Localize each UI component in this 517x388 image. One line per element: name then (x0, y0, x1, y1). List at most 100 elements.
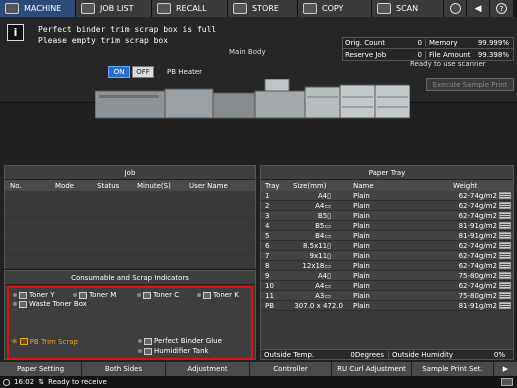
ru-curl-adjustment-button[interactable]: RU Curl Adjustment (332, 362, 412, 376)
counter-row-1: Orig. Count 0 Memory 99.999% (343, 38, 513, 49)
job-list[interactable] (5, 191, 255, 269)
paper-tray-header: Tray Size(mm) Name Weight (261, 180, 513, 191)
toner-m-indicator: Toner M (73, 291, 116, 299)
tray-row[interactable]: 3 B5▯ Plain 62-74g/m2 (261, 211, 513, 221)
status-dot-icon (73, 293, 77, 297)
tray-row[interactable]: PB 307.0 x 472.0 Plain 81-91g/m2 (261, 301, 513, 311)
tank-icon (144, 347, 152, 355)
counter-row-2: Reserve Job 0 File Amount 99.398% (345, 50, 509, 59)
adjustment-button[interactable]: Adjustment (166, 362, 250, 376)
tab-recall[interactable]: RECALL (152, 0, 228, 17)
waste-box-icon (19, 300, 27, 308)
info-icon: i (7, 24, 24, 41)
status-dot-icon (13, 293, 17, 297)
tray-row[interactable]: 1 A4▯ Plain 62-74g/m2 (261, 191, 513, 201)
tab-job-list[interactable]: JOB LIST (76, 0, 152, 17)
receive-icon: ⇅ (38, 378, 45, 386)
volume-icon: ◀ (474, 3, 482, 14)
bottom-tab-bar: Paper Setting Both Sides Adjustment Cont… (0, 362, 517, 376)
toner-bottle-icon (79, 291, 87, 299)
tab-copy[interactable]: COPY (298, 0, 372, 17)
pb-heater-on-button[interactable]: ON (108, 66, 130, 78)
recall-icon (157, 3, 171, 14)
status-area: i Perfect binder trim scrap box is full … (0, 17, 517, 119)
top-tab-bar: MACHINE JOB LIST RECALL STORE COPY SCAN … (0, 0, 517, 17)
clock-icon (3, 378, 10, 386)
paper-level-icon (499, 262, 511, 269)
toner-bottle-icon (19, 291, 27, 299)
trim-scrap-box-icon (19, 338, 28, 345)
receive-status: Ready to receive (48, 378, 107, 386)
arrow-right-icon: ▶ (502, 365, 509, 373)
tray-row[interactable]: 11 A3▭ Plain 75-80g/m2 (261, 291, 513, 301)
toner-k-indicator: Toner K (197, 291, 239, 299)
tray-row[interactable]: 4 B5▭ Plain 81-91g/m2 (261, 221, 513, 231)
tray-row[interactable]: 9 A4▯ Plain 75-80g/m2 (261, 271, 513, 281)
toner-y-indicator: Toner Y (13, 291, 55, 299)
job-panel: Job No. Mode Status Minute(S) User Name (4, 165, 256, 269)
controller-button[interactable]: Controller (250, 362, 332, 376)
tray-row[interactable]: 6 8.5x11▯ Plain 62-74g/m2 (261, 241, 513, 251)
tray-row[interactable]: 2 A4▭ Plain 62-74g/m2 (261, 201, 513, 211)
machine-illustration (95, 79, 410, 119)
toner-bottle-icon (143, 291, 151, 299)
pb-trim-scrap-indicator: ✳ PB Trim Scrap (11, 337, 78, 346)
next-page-button[interactable]: ▶ (494, 362, 517, 376)
consumable-indicator-box[interactable]: Toner Y Toner M Toner C Toner K Waste To (7, 286, 253, 360)
consumable-panel: Consumable and Scrap Indicators Toner Y … (4, 270, 256, 360)
status-dot-icon (197, 293, 201, 297)
tray-row[interactable]: 7 9x11▯ Plain 62-74g/m2 (261, 251, 513, 261)
paper-level-icon (499, 222, 511, 229)
consumable-panel-title: Consumable and Scrap Indicators (5, 271, 255, 285)
toner-bottle-icon (203, 291, 211, 299)
copy-icon (303, 3, 317, 14)
tray-row[interactable]: 8 12x18▭ Plain 62-74g/m2 (261, 261, 513, 271)
job-panel-title: Job (5, 166, 255, 180)
both-sides-button[interactable]: Both Sides (82, 362, 166, 376)
tab-scan[interactable]: SCAN (372, 0, 444, 17)
globe-button[interactable] (444, 0, 467, 17)
paper-level-icon (499, 202, 511, 209)
globe-icon (449, 3, 461, 14)
paper-level-icon (499, 212, 511, 219)
help-button[interactable]: ? (490, 0, 513, 17)
main-body-label: Main Body (229, 48, 266, 56)
volume-button[interactable]: ◀ (467, 0, 490, 17)
tab-machine[interactable]: MACHINE (0, 0, 76, 17)
paper-level-icon (499, 242, 511, 249)
status-dot-icon (13, 302, 17, 306)
keyboard-icon[interactable] (501, 378, 513, 386)
job-table-header: No. Mode Status Minute(S) User Name (5, 180, 255, 191)
counter-box: Orig. Count 0 Memory 99.999% Reserve Job… (342, 37, 514, 61)
paper-level-icon (499, 232, 511, 239)
warning-icon: ✳ (11, 337, 18, 346)
status-message: Perfect binder trim scrap box is full Pl… (38, 25, 217, 45)
pb-heater-label: PB Heater (167, 68, 203, 76)
paper-tray-title: Paper Tray (261, 166, 513, 180)
paper-level-icon (499, 302, 511, 309)
pb-heater-off-button[interactable]: OFF (132, 66, 154, 78)
paper-tray-list: 1 A4▯ Plain 62-74g/m2 2 A4▭ Plain 62-74g… (261, 191, 513, 311)
paper-level-icon (499, 272, 511, 279)
humidifier-tank-indicator: Humidifier Tank (138, 347, 209, 355)
sample-print-set-button[interactable]: Sample Print Set. (412, 362, 494, 376)
store-icon (233, 3, 247, 14)
execute-sample-print-button[interactable]: Execute Sample Print (426, 78, 514, 91)
paper-level-icon (499, 282, 511, 289)
help-icon: ? (496, 3, 507, 14)
screen: MACHINE JOB LIST RECALL STORE COPY SCAN … (0, 0, 517, 388)
tray-row[interactable]: 5 B4▭ Plain 81-91g/m2 (261, 231, 513, 241)
toner-c-indicator: Toner C (137, 291, 179, 299)
status-dot-icon (137, 293, 141, 297)
paper-setting-button[interactable]: Paper Setting (0, 362, 82, 376)
machine-icon (5, 3, 19, 14)
glue-icon (144, 337, 152, 345)
footer-status-bar: 16:02 ⇅ Ready to receive (0, 376, 517, 388)
scan-icon (377, 3, 391, 14)
paper-level-icon (499, 292, 511, 299)
clock-time: 16:02 (14, 378, 35, 386)
tab-store[interactable]: STORE (228, 0, 298, 17)
outside-conditions: Outside Temp. 0Degrees Outside Humidity … (261, 349, 513, 359)
tray-row[interactable]: 10 A4▭ Plain 62-74g/m2 (261, 281, 513, 291)
job-list-icon (81, 3, 95, 14)
